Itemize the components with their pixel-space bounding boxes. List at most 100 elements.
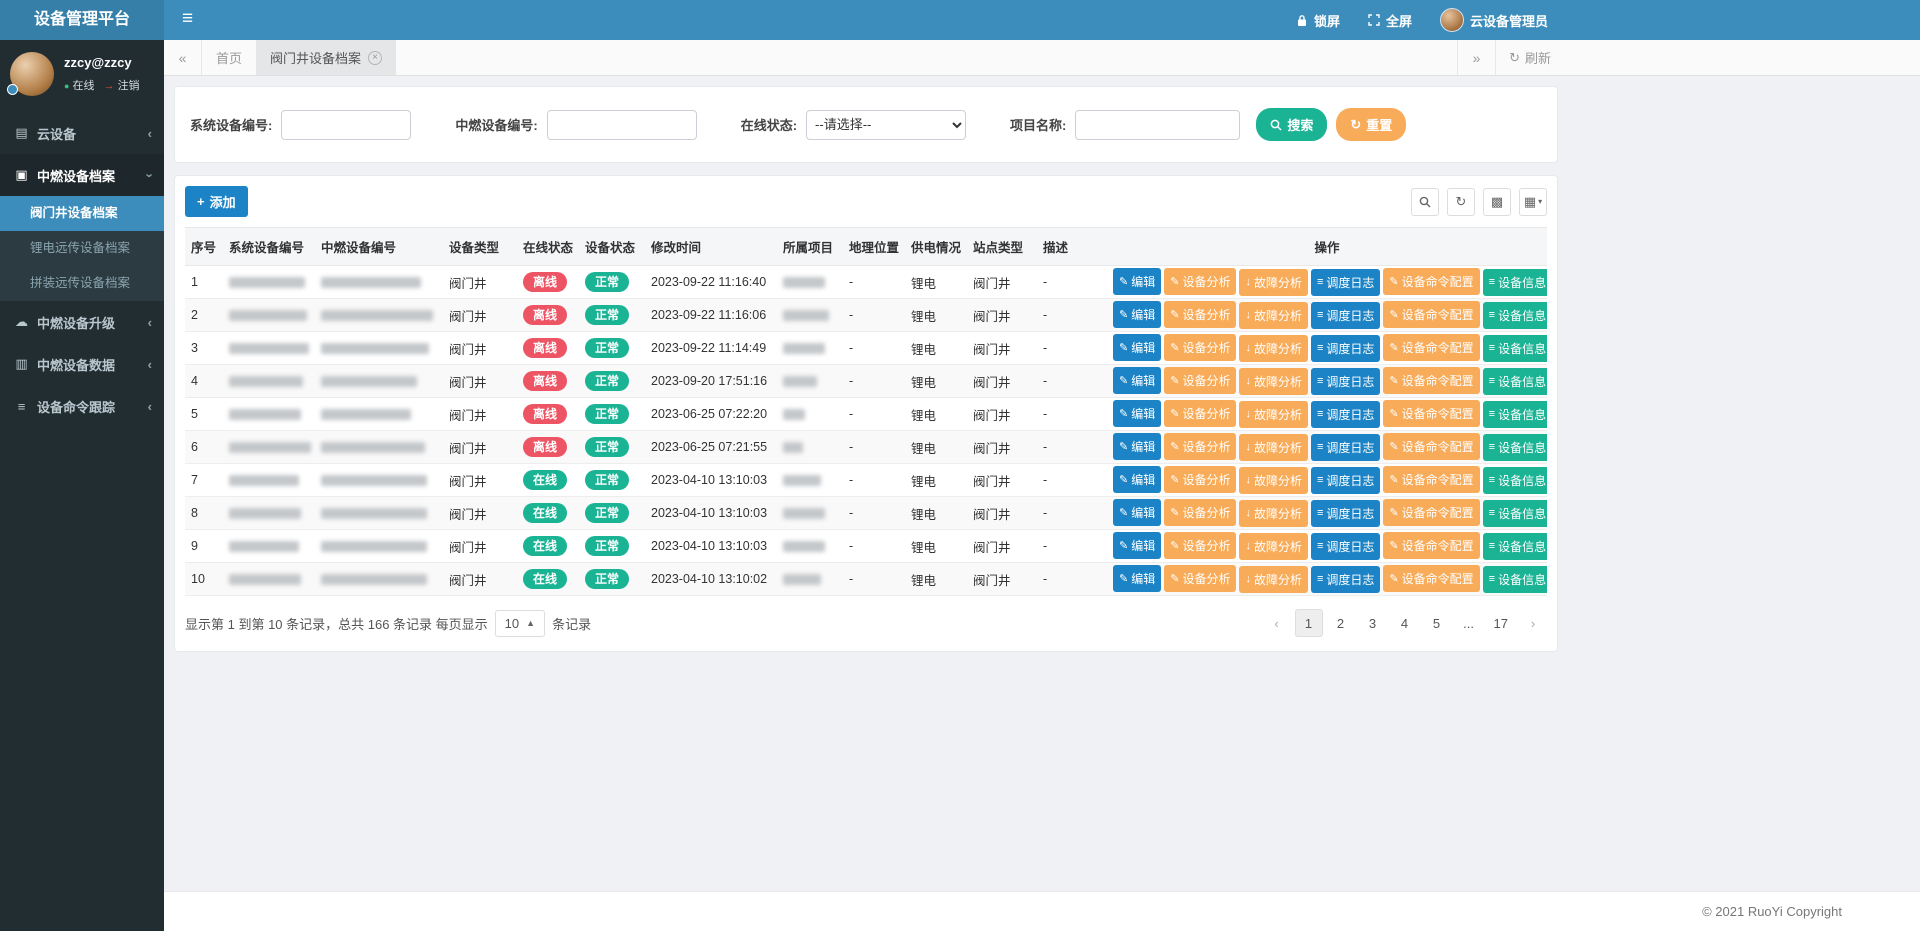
- edit-button[interactable]: ✎编辑: [1113, 532, 1161, 559]
- page-button[interactable]: 2: [1327, 609, 1355, 637]
- page-button[interactable]: 17: [1487, 609, 1515, 637]
- tabs-scroll-right-button[interactable]: »: [1457, 40, 1495, 75]
- device-info-button[interactable]: ≡设备信息: [1483, 269, 1547, 296]
- fault-analysis-button[interactable]: ↓故障分析: [1239, 269, 1308, 296]
- dispatch-log-button[interactable]: ≡调度日志: [1311, 269, 1380, 296]
- system-no-input[interactable]: [281, 110, 411, 140]
- fault-analysis-button[interactable]: ↓故障分析: [1239, 467, 1308, 494]
- device-info-button[interactable]: ≡设备信息: [1483, 368, 1547, 395]
- device-command-config-button[interactable]: ✎设备命令配置: [1383, 466, 1479, 493]
- fault-analysis-button[interactable]: ↓故障分析: [1239, 368, 1308, 395]
- device-analysis-button[interactable]: ✎设备分析: [1164, 334, 1236, 361]
- device-info-button[interactable]: ≡设备信息: [1483, 500, 1547, 527]
- edit-button[interactable]: ✎编辑: [1113, 268, 1161, 295]
- dispatch-log-button[interactable]: ≡调度日志: [1311, 434, 1380, 461]
- cn-no-input[interactable]: [547, 110, 697, 140]
- refresh-tab-button[interactable]: ↻ 刷新: [1495, 40, 1564, 75]
- dispatch-log-button[interactable]: ≡调度日志: [1311, 335, 1380, 362]
- fullscreen-button[interactable]: 全屏: [1368, 11, 1412, 30]
- next-page-button[interactable]: ›: [1519, 609, 1547, 637]
- device-info-button[interactable]: ≡设备信息: [1483, 533, 1547, 560]
- device-analysis-button[interactable]: ✎设备分析: [1164, 301, 1236, 328]
- device-analysis-button[interactable]: ✎设备分析: [1164, 367, 1236, 394]
- search-button[interactable]: 搜索: [1256, 108, 1327, 141]
- user-menu[interactable]: 云设备管理员: [1440, 8, 1548, 32]
- sidebar-item-device-command-track[interactable]: ≡ 设备命令跟踪 ‹: [0, 385, 164, 427]
- edit-button[interactable]: ✎编辑: [1113, 400, 1161, 427]
- sidebar-item-cn-device-archive[interactable]: ▣ 中燃设备档案 ›: [0, 154, 164, 196]
- fault-analysis-button[interactable]: ↓故障分析: [1239, 500, 1308, 527]
- project-name-input[interactable]: [1075, 110, 1240, 140]
- device-info-button[interactable]: ≡设备信息: [1483, 566, 1547, 593]
- device-analysis-button[interactable]: ✎设备分析: [1164, 499, 1236, 526]
- sidebar-item-lithium-remote-archive[interactable]: 锂电远传设备档案: [0, 231, 164, 266]
- columns-dropdown-button[interactable]: ▦▾: [1519, 188, 1547, 216]
- refresh-table-button[interactable]: ↻: [1447, 188, 1475, 216]
- sidebar-item-cn-device-data[interactable]: ▥ 中燃设备数据 ‹: [0, 343, 164, 385]
- close-tab-icon[interactable]: ×: [368, 51, 382, 65]
- fault-analysis-button[interactable]: ↓故障分析: [1239, 566, 1308, 593]
- toggle-view-button[interactable]: ▩: [1483, 188, 1511, 216]
- device-analysis-button[interactable]: ✎设备分析: [1164, 532, 1236, 559]
- device-command-config-button[interactable]: ✎设备命令配置: [1383, 301, 1479, 328]
- device-info-button[interactable]: ≡设备信息: [1483, 335, 1547, 362]
- tab-valve-well-archive[interactable]: 阀门井设备档案 ×: [256, 40, 396, 75]
- sidebar-toggle-icon[interactable]: ≡: [182, 0, 193, 40]
- device-info-button[interactable]: ≡设备信息: [1483, 434, 1547, 461]
- lock-screen-button[interactable]: 锁屏: [1296, 11, 1340, 30]
- fault-analysis-button[interactable]: ↓故障分析: [1239, 401, 1308, 428]
- sidebar-item-assembled-remote-archive[interactable]: 拼装远传设备档案: [0, 266, 164, 301]
- device-analysis-button[interactable]: ✎设备分析: [1164, 400, 1236, 427]
- online-status-select[interactable]: --请选择--: [806, 110, 966, 140]
- fault-analysis-button[interactable]: ↓故障分析: [1239, 302, 1308, 329]
- page-button[interactable]: 4: [1391, 609, 1419, 637]
- device-command-config-button[interactable]: ✎设备命令配置: [1383, 334, 1479, 361]
- sidebar-avatar[interactable]: [10, 52, 54, 96]
- tab-home[interactable]: 首页: [202, 40, 256, 75]
- device-analysis-button[interactable]: ✎设备分析: [1164, 466, 1236, 493]
- prev-page-button[interactable]: ‹: [1263, 609, 1291, 637]
- device-info-button[interactable]: ≡设备信息: [1483, 302, 1547, 329]
- tabs-scroll-left-button[interactable]: «: [164, 40, 202, 75]
- edit-button[interactable]: ✎编辑: [1113, 367, 1161, 394]
- page-button[interactable]: 1: [1295, 609, 1323, 637]
- device-command-config-button[interactable]: ✎设备命令配置: [1383, 499, 1479, 526]
- device-command-config-button[interactable]: ✎设备命令配置: [1383, 532, 1479, 559]
- edit-button[interactable]: ✎编辑: [1113, 433, 1161, 460]
- dispatch-log-button[interactable]: ≡调度日志: [1311, 401, 1380, 428]
- sidebar-item-valve-well-archive[interactable]: 阀门井设备档案: [0, 196, 164, 231]
- device-info-button[interactable]: ≡设备信息: [1483, 401, 1547, 428]
- page-button[interactable]: 3: [1359, 609, 1387, 637]
- device-analysis-button[interactable]: ✎设备分析: [1164, 268, 1236, 295]
- device-analysis-button[interactable]: ✎设备分析: [1164, 565, 1236, 592]
- fault-analysis-button[interactable]: ↓故障分析: [1239, 434, 1308, 461]
- dispatch-log-button[interactable]: ≡调度日志: [1311, 533, 1380, 560]
- device-command-config-button[interactable]: ✎设备命令配置: [1383, 400, 1479, 427]
- edit-button[interactable]: ✎编辑: [1113, 466, 1161, 493]
- device-command-config-button[interactable]: ✎设备命令配置: [1383, 565, 1479, 592]
- edit-button[interactable]: ✎编辑: [1113, 334, 1161, 361]
- page-size-dropdown[interactable]: 10 ▲: [495, 610, 545, 637]
- device-analysis-button[interactable]: ✎设备分析: [1164, 433, 1236, 460]
- dispatch-log-button[interactable]: ≡调度日志: [1311, 302, 1380, 329]
- dispatch-log-button[interactable]: ≡调度日志: [1311, 368, 1380, 395]
- reset-button[interactable]: ↻ 重置: [1336, 108, 1406, 141]
- sidebar-item-cloud-devices[interactable]: ▤ 云设备 ‹: [0, 112, 164, 154]
- page-button[interactable]: ...: [1455, 609, 1483, 637]
- fault-analysis-button[interactable]: ↓故障分析: [1239, 533, 1308, 560]
- dispatch-log-button[interactable]: ≡调度日志: [1311, 566, 1380, 593]
- dispatch-log-button[interactable]: ≡调度日志: [1311, 467, 1380, 494]
- edit-button[interactable]: ✎编辑: [1113, 499, 1161, 526]
- edit-button[interactable]: ✎编辑: [1113, 565, 1161, 592]
- device-info-button[interactable]: ≡设备信息: [1483, 467, 1547, 494]
- device-command-config-button[interactable]: ✎设备命令配置: [1383, 433, 1479, 460]
- fault-analysis-button[interactable]: ↓故障分析: [1239, 335, 1308, 362]
- dispatch-log-button[interactable]: ≡调度日志: [1311, 500, 1380, 527]
- toggle-search-button[interactable]: [1411, 188, 1439, 216]
- device-command-config-button[interactable]: ✎设备命令配置: [1383, 367, 1479, 394]
- page-button[interactable]: 5: [1423, 609, 1451, 637]
- sidebar-item-cn-device-upgrade[interactable]: ☁ 中燃设备升级 ‹: [0, 301, 164, 343]
- logout-link[interactable]: → 注销: [104, 77, 140, 93]
- add-button[interactable]: + 添加: [185, 186, 248, 217]
- device-command-config-button[interactable]: ✎设备命令配置: [1383, 268, 1479, 295]
